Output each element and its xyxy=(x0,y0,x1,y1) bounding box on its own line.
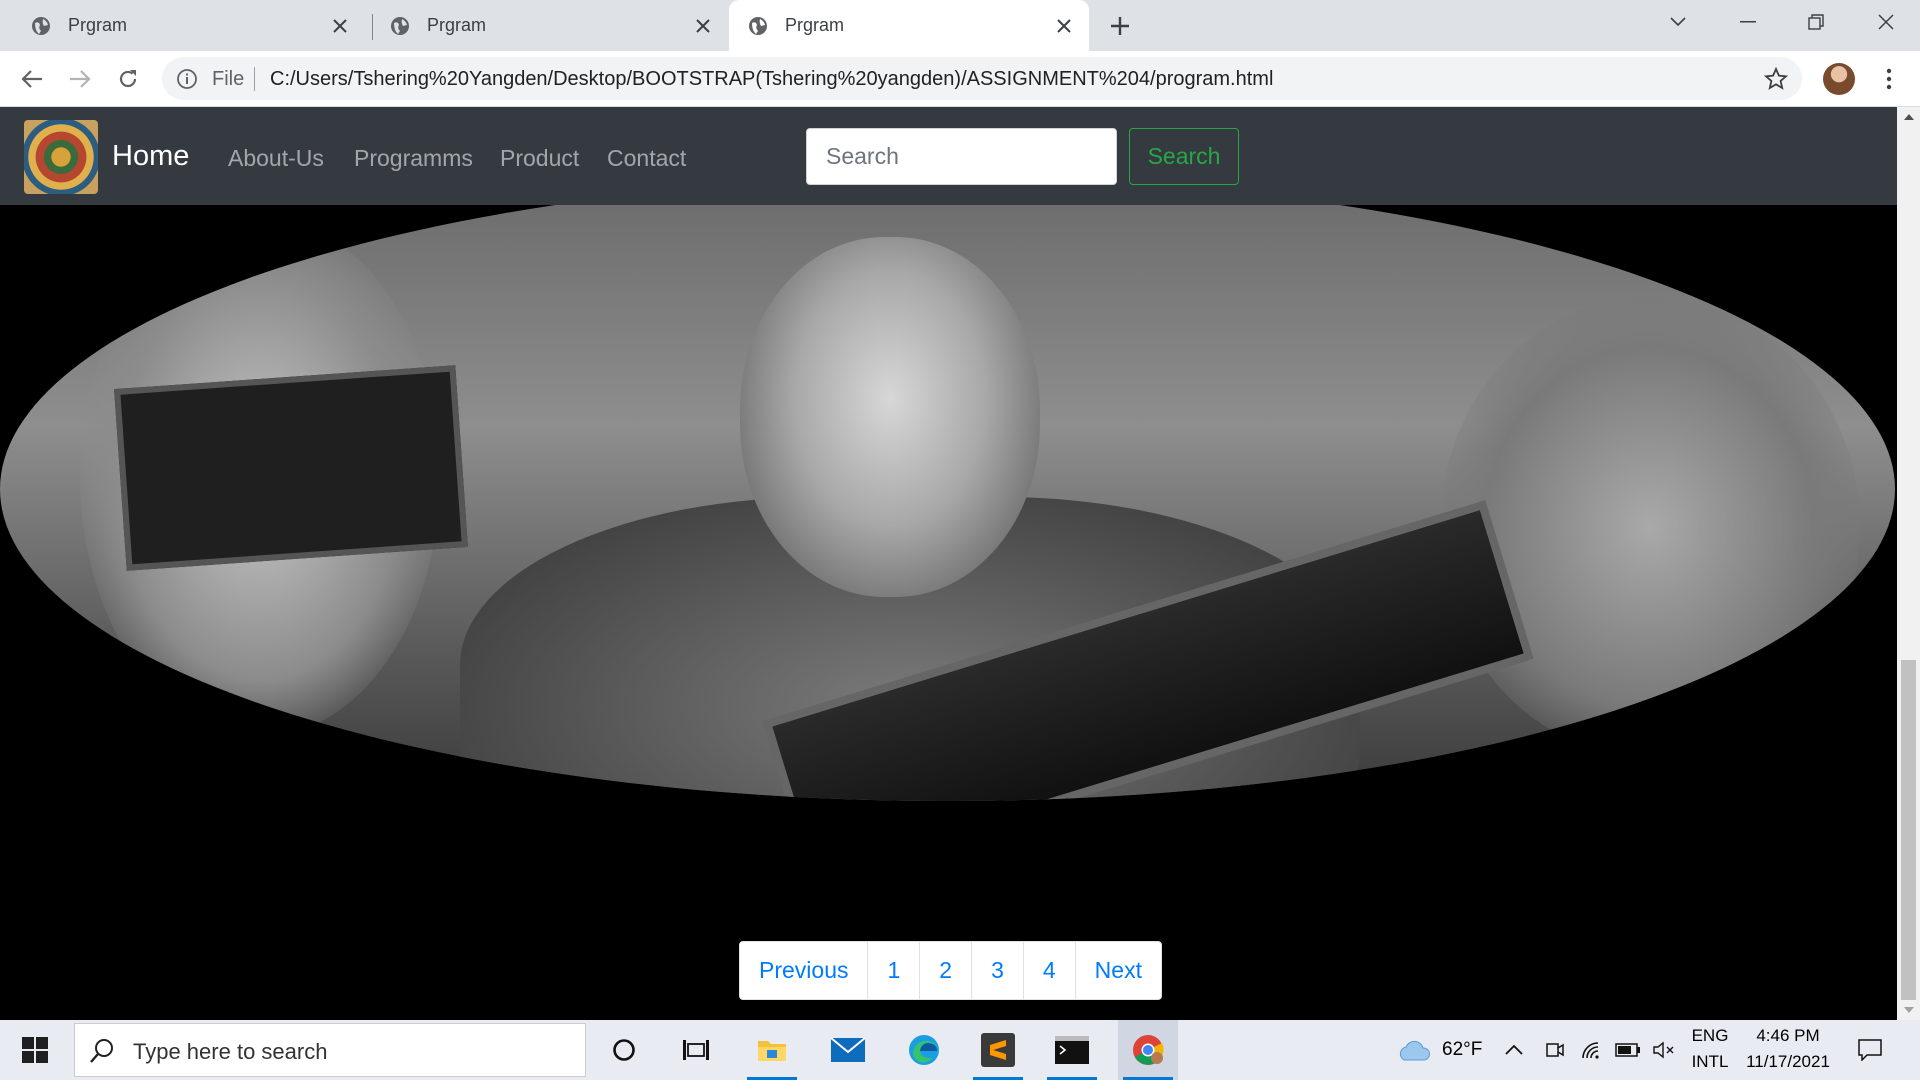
windows-taskbar: Type here to search 62°F ENG INTL 4:46 P… xyxy=(0,1020,1920,1080)
search-icon xyxy=(89,1038,115,1064)
globe-icon xyxy=(747,15,769,37)
minimize-button[interactable] xyxy=(1718,0,1778,44)
scroll-down-arrow-icon[interactable] xyxy=(1897,1000,1920,1020)
close-tab-icon[interactable] xyxy=(1047,9,1081,43)
notifications-icon[interactable] xyxy=(1840,1020,1900,1080)
tab-title: Prgram xyxy=(68,15,128,35)
vertical-scrollbar[interactable] xyxy=(1897,107,1920,1020)
brand-logo[interactable] xyxy=(24,120,98,194)
scrollbar-thumb[interactable] xyxy=(1901,660,1916,1000)
brand-home-link[interactable]: Home xyxy=(112,140,189,173)
pagination-page-3[interactable]: 3 xyxy=(971,942,1023,999)
file-explorer-icon[interactable] xyxy=(742,1020,802,1080)
site-navbar: Home About-Us Programms Product Contact … xyxy=(0,107,1897,205)
browser-tab-3-active[interactable]: Prgram xyxy=(729,0,1089,51)
reload-button[interactable] xyxy=(110,61,146,97)
browser-tab-1[interactable]: Prgram xyxy=(0,0,365,51)
nav-link-product[interactable]: Product xyxy=(500,145,579,172)
mail-icon[interactable] xyxy=(818,1020,878,1080)
restore-button[interactable] xyxy=(1786,0,1846,44)
globe-icon xyxy=(30,15,52,37)
photo-slate-left xyxy=(114,365,468,571)
photo-shading-right xyxy=(1440,297,1860,757)
search-button[interactable]: Search xyxy=(1129,128,1239,185)
sublime-text-icon[interactable] xyxy=(968,1020,1028,1080)
bookmark-star-icon[interactable] xyxy=(1764,67,1788,91)
pagination-page-4[interactable]: 4 xyxy=(1022,942,1075,999)
close-tab-icon[interactable] xyxy=(686,9,720,43)
taskbar-search-placeholder: Type here to search xyxy=(133,1039,328,1064)
volume-muted-icon[interactable] xyxy=(1640,1020,1688,1080)
nav-link-contact[interactable]: Contact xyxy=(607,145,686,172)
page-viewport: Home About-Us Programms Product Contact … xyxy=(0,107,1897,1020)
tab-strip: Prgram Prgram Prgram xyxy=(0,0,1920,51)
close-tab-icon[interactable] xyxy=(323,9,357,43)
clock-time[interactable]: 4:46 PM xyxy=(1738,1026,1838,1046)
scroll-up-arrow-icon[interactable] xyxy=(1897,107,1920,127)
nav-link-about-us[interactable]: About-Us xyxy=(228,145,324,172)
task-view-icon[interactable] xyxy=(666,1020,726,1080)
info-icon[interactable] xyxy=(176,68,198,90)
command-prompt-icon[interactable] xyxy=(1042,1020,1102,1080)
pagination-page-1[interactable]: 1 xyxy=(867,942,920,999)
cortana-icon[interactable] xyxy=(594,1020,654,1080)
new-tab-button[interactable] xyxy=(1102,8,1138,44)
browser-menu-icon[interactable] xyxy=(1874,61,1904,97)
pagination: Previous 1 2 3 4 Next xyxy=(739,941,1162,1000)
chrome-icon[interactable] xyxy=(1118,1020,1178,1080)
scheme-label: File xyxy=(212,68,245,90)
search-input[interactable]: Search xyxy=(806,128,1117,185)
tab-title: Prgram xyxy=(427,15,487,35)
clock-date[interactable]: 11/17/2021 xyxy=(1738,1052,1838,1072)
browser-tab-2[interactable]: Prgram xyxy=(373,0,728,51)
keyboard-layout-indicator[interactable]: INTL xyxy=(1690,1052,1730,1072)
weather-widget[interactable]: 62°F xyxy=(1396,1020,1482,1080)
windows-start-button[interactable] xyxy=(0,1020,70,1080)
pagination-next[interactable]: Next xyxy=(1074,942,1161,999)
url-text[interactable]: C:/Users/Tshering%20Yangden/Desktop/BOOT… xyxy=(270,68,1273,91)
taskbar-search-box[interactable]: Type here to search xyxy=(74,1023,586,1077)
edge-browser-icon[interactable] xyxy=(894,1020,954,1080)
tab-title: Prgram xyxy=(785,15,845,35)
pagination-previous[interactable]: Previous xyxy=(740,942,868,999)
browser-toolbar: File C:/Users/Tshering%20Yangden/Desktop… xyxy=(0,51,1920,107)
pagination-page-2[interactable]: 2 xyxy=(919,942,972,999)
address-divider xyxy=(254,67,255,91)
forward-button[interactable] xyxy=(62,61,98,97)
hero-image-children-with-slates xyxy=(0,177,1895,801)
language-indicator[interactable]: ENG xyxy=(1690,1026,1730,1046)
cloud-icon xyxy=(1399,1040,1430,1061)
address-bar[interactable]: File C:/Users/Tshering%20Yangden/Desktop… xyxy=(162,57,1802,100)
photo-child-face xyxy=(740,237,1040,597)
profile-avatar[interactable] xyxy=(1823,63,1855,95)
nav-link-programms[interactable]: Programms xyxy=(354,145,473,172)
close-window-button[interactable] xyxy=(1856,0,1916,44)
weather-temperature: 62°F xyxy=(1442,1039,1483,1060)
back-button[interactable] xyxy=(14,61,50,97)
globe-icon xyxy=(389,15,411,37)
tab-search-icon[interactable] xyxy=(1648,0,1708,44)
